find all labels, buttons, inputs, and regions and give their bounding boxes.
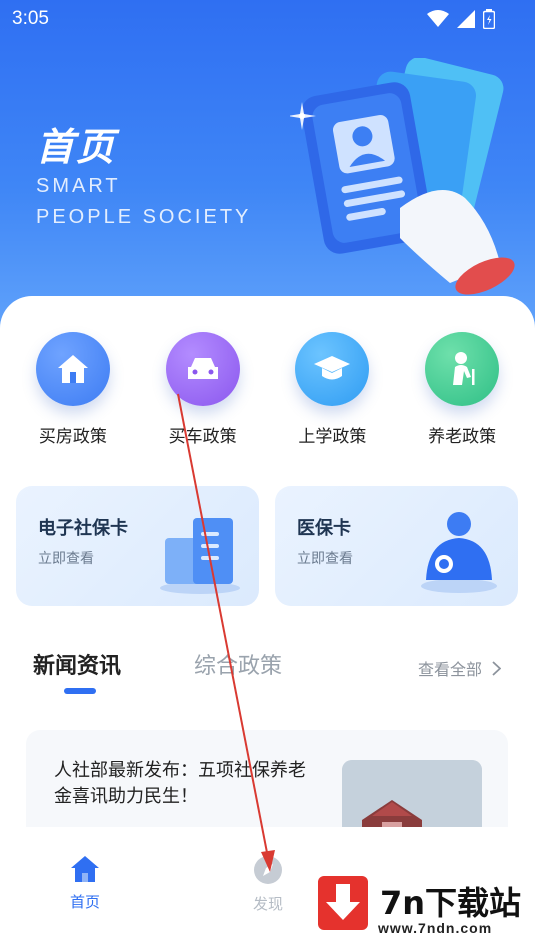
page-title: 首页 (36, 125, 117, 169)
quick-action-school[interactable]: 上学政策 (282, 332, 382, 447)
medical-bell-icon (421, 512, 497, 593)
quick-action-label: 买房政策 (38, 427, 107, 447)
watermark-url: www.7ndn.com (378, 920, 493, 936)
signal-icon (457, 10, 475, 28)
card-title: 电子社保卡 (38, 518, 128, 539)
quick-action-house[interactable]: 买房政策 (23, 332, 123, 447)
chevron-right-icon (492, 660, 501, 676)
quick-action-car[interactable]: 买车政策 (153, 332, 253, 447)
card-subtitle: 立即查看 (297, 551, 353, 567)
quick-action-label: 养老政策 (428, 427, 497, 447)
download-arrow-icon (318, 876, 368, 930)
service-cards: 电子社保卡 立即查看 医保卡 立即查看 (16, 486, 519, 606)
graduation-cap-icon (295, 332, 370, 406)
wifi-icon (427, 10, 449, 27)
battery-icon (483, 9, 495, 29)
card-subtitle: 立即查看 (38, 551, 94, 567)
status-time: 3:05 (12, 8, 49, 29)
quick-action-elderly[interactable]: 养老政策 (412, 332, 512, 447)
home-icon (71, 856, 99, 882)
elderly-person-icon (425, 332, 500, 406)
nav-discover[interactable]: 发现 (228, 855, 308, 914)
hero-subtitle-line2: PEOPLE SOCIETY (36, 206, 252, 228)
watermark-brand: 7n下载站 (380, 884, 522, 922)
news-title: 人社部最新发布：五项社保养老金喜讯助力民生！ (54, 760, 306, 807)
medical-insurance-card[interactable]: 医保卡 立即查看 (275, 486, 518, 606)
social-security-card[interactable]: 电子社保卡 立即查看 (16, 486, 259, 606)
view-all-label: 查看全部 (417, 660, 482, 679)
tab-policy[interactable]: 综合政策 (194, 648, 282, 680)
nav-home[interactable]: 首页 (45, 855, 125, 912)
buildings-icon (160, 518, 240, 594)
compass-icon (254, 856, 282, 884)
nav-label: 发现 (252, 895, 283, 913)
view-all-link[interactable]: 查看全部 (418, 656, 501, 680)
hero-subtitle-line1: SMART (36, 175, 121, 197)
tab-news[interactable]: 新闻资讯 (33, 648, 121, 680)
nav-label: 首页 (69, 893, 100, 911)
site-watermark: 7n下载站 www.7ndn.com (300, 866, 535, 951)
car-icon (165, 332, 240, 406)
quick-action-label: 买车政策 (168, 427, 237, 447)
status-bar: 3:05 (0, 0, 535, 38)
active-tab-indicator (64, 688, 96, 694)
id-card-hand-illustration (290, 58, 515, 295)
content-panel: 买房政策 买车政策 上学政策 养老政策 电子社保卡 立即查看 医保卡 立即查看 … (0, 296, 535, 870)
hero-banner: 3:05 首页 SMART PEOPLE SOCIETY (0, 0, 535, 340)
house-icon (35, 332, 110, 406)
quick-actions: 买房政策 买车政策 上学政策 养老政策 (0, 332, 535, 447)
status-icons (427, 9, 495, 29)
quick-action-label: 上学政策 (298, 427, 367, 447)
card-title: 医保卡 (297, 518, 351, 539)
